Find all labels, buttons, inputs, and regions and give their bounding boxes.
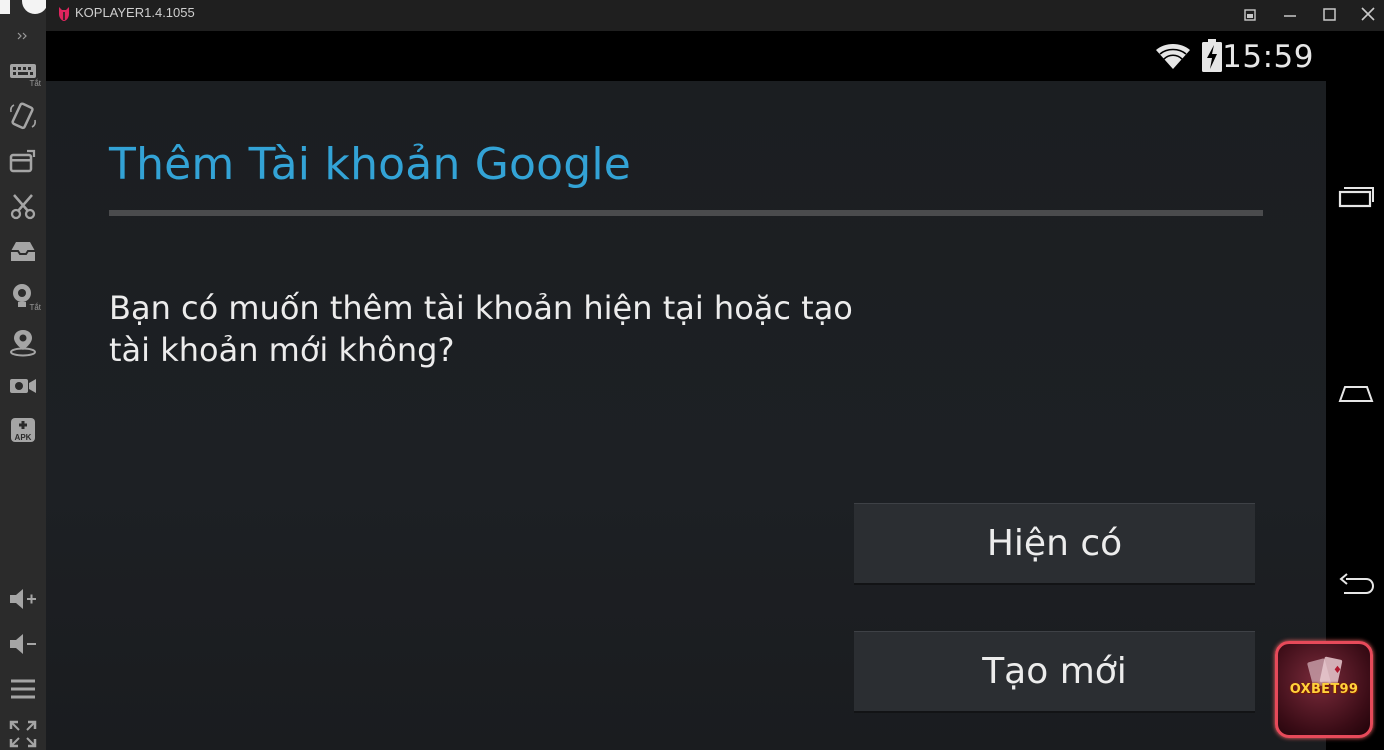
webcam-status: Tắt xyxy=(29,303,41,312)
title-divider xyxy=(109,210,1263,216)
menu-icon xyxy=(11,679,35,699)
apk-install-icon: APK xyxy=(11,418,35,442)
new-account-button[interactable]: Tạo mới xyxy=(854,631,1255,713)
svg-text:♦: ♦ xyxy=(1333,665,1342,676)
rotate-icon xyxy=(10,102,36,130)
volume-up-button[interactable] xyxy=(7,583,39,615)
expand-toolbar-icon[interactable] xyxy=(16,31,30,41)
rotate-button[interactable] xyxy=(7,100,39,132)
screenshot-icon xyxy=(9,149,36,173)
dialog-title: Thêm Tài khoản Google xyxy=(109,139,632,190)
minimize-icon xyxy=(1284,15,1296,17)
apk-install-button[interactable]: APK xyxy=(7,414,39,446)
video-record-icon xyxy=(10,379,36,393)
volume-down-button[interactable] xyxy=(7,628,39,660)
app-title: KOPLAYER1.4.1055 xyxy=(75,5,195,20)
status-clock: 15:59 xyxy=(1222,39,1314,75)
maximize-button[interactable] xyxy=(1316,3,1342,27)
recent-apps-icon xyxy=(1338,187,1374,208)
add-account-dialog: Thêm Tài khoản Google Bạn có muốn thêm t… xyxy=(46,81,1326,750)
volume-down-icon xyxy=(10,634,36,654)
volume-up-icon xyxy=(10,589,36,609)
avatar xyxy=(22,0,48,14)
back-icon xyxy=(1339,573,1375,594)
back-button[interactable] xyxy=(1338,571,1375,599)
scissors-icon xyxy=(10,194,36,220)
webcam-button[interactable]: Tắt xyxy=(7,280,41,312)
existing-account-button[interactable]: Hiện có xyxy=(854,503,1255,585)
battery-charging-icon xyxy=(1202,39,1222,72)
window-titlebar: KOPLAYER1.4.1055 xyxy=(46,0,1384,31)
screenshot-button[interactable] xyxy=(7,145,39,177)
home-button[interactable] xyxy=(1338,379,1374,407)
fullscreen-button[interactable] xyxy=(7,718,39,750)
scissors-button[interactable] xyxy=(7,190,39,222)
emulator-toolbar: Tắt Tắt APK xyxy=(0,0,48,750)
close-window-button[interactable] xyxy=(1355,3,1381,27)
inbox-button[interactable] xyxy=(7,235,39,267)
home-icon xyxy=(1338,386,1374,402)
menu-button[interactable] xyxy=(7,673,39,705)
location-pin-icon xyxy=(10,330,36,357)
badge-text: OXBET99 xyxy=(1289,682,1359,697)
keyboard-button[interactable]: Tắt xyxy=(7,56,41,88)
toolbar-top xyxy=(0,0,48,40)
koplayer-logo-icon xyxy=(59,7,69,21)
inbox-icon xyxy=(11,242,35,261)
apk-label: APK xyxy=(15,433,32,442)
status-bar: 15:59 xyxy=(46,31,1326,81)
android-screen: 15:59 Thêm Tài khoản Google Bạn có muốn … xyxy=(46,31,1326,750)
location-button[interactable] xyxy=(7,326,39,358)
recent-apps-button[interactable] xyxy=(1338,184,1374,212)
minimize-button[interactable] xyxy=(1277,3,1303,27)
wifi-icon xyxy=(1156,44,1190,69)
window-mode-icon xyxy=(1244,9,1256,21)
video-record-button[interactable] xyxy=(7,370,39,402)
promo-badge[interactable]: ♦ OXBET99 xyxy=(1275,641,1373,738)
close-icon xyxy=(1361,7,1375,21)
keyboard-status: Tắt xyxy=(29,79,41,88)
maximize-icon xyxy=(1323,8,1336,21)
dialog-message: Bạn có muốn thêm tài khoản hiện tại hoặc… xyxy=(109,289,853,369)
restore-window-button[interactable] xyxy=(1237,3,1263,27)
overlay-fragment xyxy=(0,0,10,14)
fullscreen-icon xyxy=(9,720,37,748)
